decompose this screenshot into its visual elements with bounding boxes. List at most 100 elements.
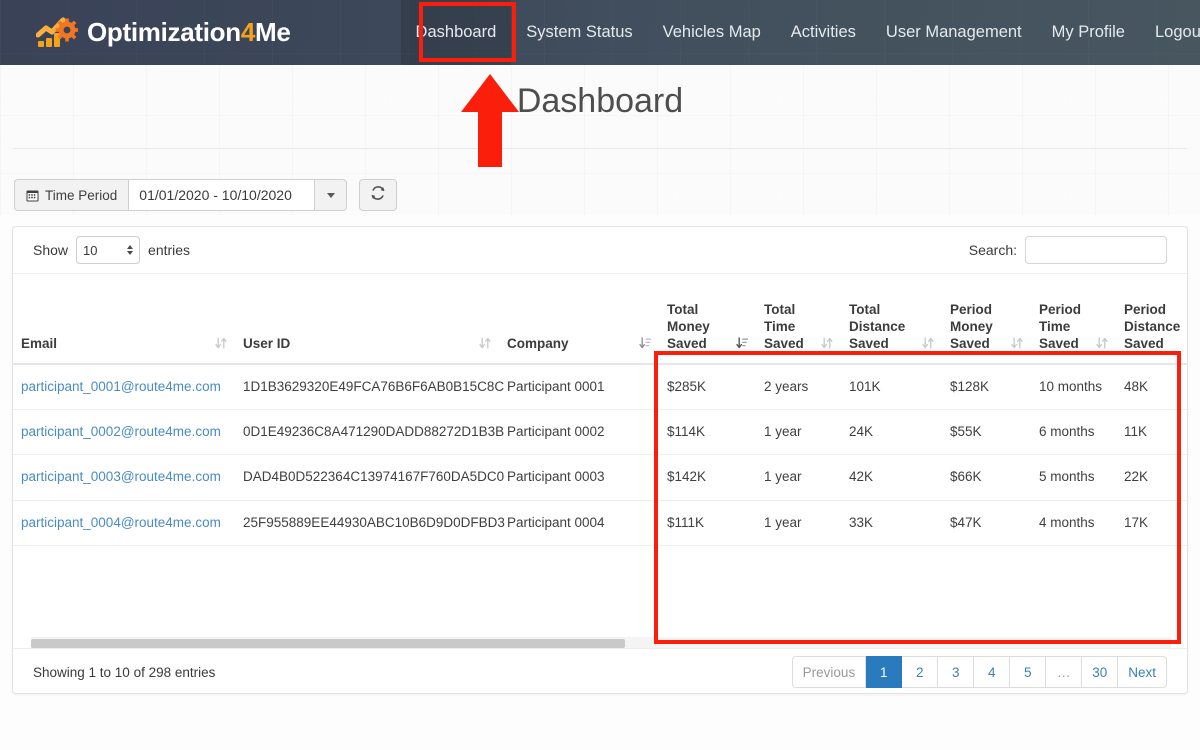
search-input[interactable] <box>1025 236 1167 264</box>
table-header: Email User ID Company Total Money Saved … <box>13 274 1187 365</box>
pagination-previous[interactable]: Previous <box>791 656 867 688</box>
column-header-period-time-saved[interactable]: Period Time Saved <box>1031 274 1116 365</box>
brand-name-part2: Me <box>255 17 291 47</box>
pagination-page-5[interactable]: 5 <box>1010 656 1047 688</box>
column-label-user-id: User ID <box>243 336 291 352</box>
email-link[interactable]: participant_0002@route4me.com <box>21 424 221 439</box>
refresh-icon <box>370 185 386 206</box>
cell-period-time-saved: 4 months <box>1031 500 1116 546</box>
search-control: Search: <box>969 236 1167 264</box>
cell-total-distance-saved: 33K <box>841 500 942 546</box>
cell-period-time-saved: 5 months <box>1031 454 1116 501</box>
chart-arrow-gear-logo-icon <box>35 15 79 51</box>
table-row: participant_0002@route4me.com 0D1E49236C… <box>13 409 1187 456</box>
cell-user-id: DAD4B0D522364C13974167F760DA5DC0 <box>235 454 504 501</box>
nav-item-vehicles-map[interactable]: Vehicles Map <box>648 0 776 65</box>
column-label-total-time-saved: Total Time Saved <box>764 302 804 352</box>
cell-total-distance-saved: 24K <box>841 409 942 456</box>
showing-entries-info: Showing 1 to 10 of 298 entries <box>33 664 216 680</box>
brand-name-part1: Optimization <box>87 17 241 47</box>
time-period-label-button[interactable]: Time Period <box>14 179 129 211</box>
pagination-page-4[interactable]: 4 <box>974 656 1011 688</box>
sort-both-icon <box>1011 336 1023 353</box>
cell-period-money-saved: $55K <box>942 409 1031 456</box>
pagination-page-2[interactable]: 2 <box>902 656 939 688</box>
column-header-email[interactable]: Email <box>13 274 235 365</box>
cell-period-time-saved: 10 months <box>1031 364 1116 411</box>
sort-both-icon <box>922 336 934 353</box>
entries-per-page-select[interactable]: 10 <box>76 236 141 264</box>
nav-item-user-management[interactable]: User Management <box>871 0 1037 65</box>
top-navigation-bar: Optimization4Me Dashboard System Status … <box>0 0 1200 65</box>
email-link[interactable]: participant_0004@route4me.com <box>21 515 221 530</box>
table-body: participant_0001@route4me.com 1D1B362932… <box>13 364 1187 546</box>
refresh-button[interactable] <box>359 179 398 211</box>
pagination-page-3[interactable]: 3 <box>938 656 975 688</box>
nav-links: Dashboard System Status Vehicles Map Act… <box>400 0 1200 65</box>
search-label: Search: <box>968 242 1017 258</box>
column-label-total-money-saved: Total Money Saved <box>667 302 710 352</box>
nav-item-dashboard[interactable]: Dashboard <box>400 0 512 65</box>
column-header-total-time-saved[interactable]: Total Time Saved <box>756 274 841 365</box>
column-label-period-distance-saved: Period Distance Saved <box>1124 302 1181 352</box>
brand-name: Optimization4Me <box>87 17 291 48</box>
pagination-page-1[interactable]: 1 <box>866 656 903 688</box>
cell-company: Participant 0002 <box>499 409 659 456</box>
time-period-toolbar: Time Period 01/01/2020 - 10/10/2020 <box>14 179 398 211</box>
cell-email: participant_0004@route4me.com <box>13 500 235 546</box>
pagination-ellipsis: … <box>1046 656 1083 688</box>
cell-total-time-saved: 2 years <box>756 364 841 411</box>
sort-both-icon <box>479 336 491 353</box>
cell-total-time-saved: 1 year <box>756 409 841 456</box>
dashboard-page: Optimization4Me Dashboard System Status … <box>0 0 1200 750</box>
cell-period-distance-saved: 11K <box>1116 409 1187 456</box>
column-label-period-money-saved: Period Money Saved <box>950 302 993 352</box>
sort-both-icon <box>215 336 227 353</box>
column-header-company[interactable]: Company <box>499 274 659 365</box>
time-period-group: Time Period 01/01/2020 - 10/10/2020 <box>14 179 348 211</box>
cell-total-time-saved: 1 year <box>756 500 841 546</box>
column-label-company: Company <box>507 336 569 352</box>
table-row: participant_0003@route4me.com DAD4B0D522… <box>13 454 1187 501</box>
show-entries-control: Show 10 entries <box>33 236 190 264</box>
calendar-icon <box>26 189 39 202</box>
cell-total-distance-saved: 101K <box>841 364 942 411</box>
column-header-total-money-saved[interactable]: Total Money Saved <box>659 274 756 365</box>
table-scroll-region: Email User ID Company Total Money Saved … <box>13 274 1187 648</box>
column-header-period-distance-saved[interactable]: Period Distance Saved <box>1116 274 1187 365</box>
nav-item-system-status[interactable]: System Status <box>511 0 647 65</box>
cell-total-money-saved: $142K <box>659 454 756 501</box>
column-header-user-id[interactable]: User ID <box>235 274 499 365</box>
cell-total-time-saved: 1 year <box>756 454 841 501</box>
email-link[interactable]: participant_0001@route4me.com <box>21 379 221 394</box>
cell-user-id: 0D1E49236C8A471290DADD88272D1B3B <box>235 409 504 456</box>
table-controls-bar: Show 10 entries Search: <box>13 227 1187 274</box>
table-header-row: Email User ID Company Total Money Saved … <box>13 274 1187 365</box>
entries-suffix-label: entries <box>148 242 191 258</box>
heading-divider <box>13 148 1187 149</box>
column-header-period-money-saved[interactable]: Period Money Saved <box>942 274 1031 365</box>
nav-item-my-profile[interactable]: My Profile <box>1037 0 1140 65</box>
brand-logo-group[interactable]: Optimization4Me <box>35 15 291 51</box>
cell-total-distance-saved: 42K <box>841 454 942 501</box>
pagination-next[interactable]: Next <box>1118 656 1167 688</box>
sort-both-icon <box>639 336 652 353</box>
table-footer: Showing 1 to 10 of 298 entries Previous … <box>13 648 1187 693</box>
cell-total-money-saved: $114K <box>659 409 756 456</box>
pagination-page-30[interactable]: 30 <box>1082 656 1119 688</box>
email-link[interactable]: participant_0003@route4me.com <box>21 469 221 484</box>
cell-period-money-saved: $66K <box>942 454 1031 501</box>
pagination: Previous 1 2 3 4 5 … 30 Next <box>791 656 1167 688</box>
cell-company: Participant 0001 <box>499 364 659 411</box>
date-range-dropdown-button[interactable] <box>314 179 348 211</box>
horizontal-scrollbar-thumb[interactable] <box>31 639 625 648</box>
nav-item-logout[interactable]: Logout <box>1140 0 1200 65</box>
spinner-arrows-icon <box>127 245 134 255</box>
nav-item-activities[interactable]: Activities <box>776 0 871 65</box>
data-table-card: Show 10 entries Search: Email User ID Co… <box>12 226 1188 694</box>
sort-both-icon <box>821 336 833 353</box>
column-header-total-distance-saved[interactable]: Total Distance Saved <box>841 274 942 365</box>
date-range-value[interactable]: 01/01/2020 - 10/10/2020 <box>128 179 315 211</box>
column-label-period-time-saved: Period Time Saved <box>1039 302 1082 352</box>
table-row: participant_0004@route4me.com 25F955889E… <box>13 500 1187 546</box>
